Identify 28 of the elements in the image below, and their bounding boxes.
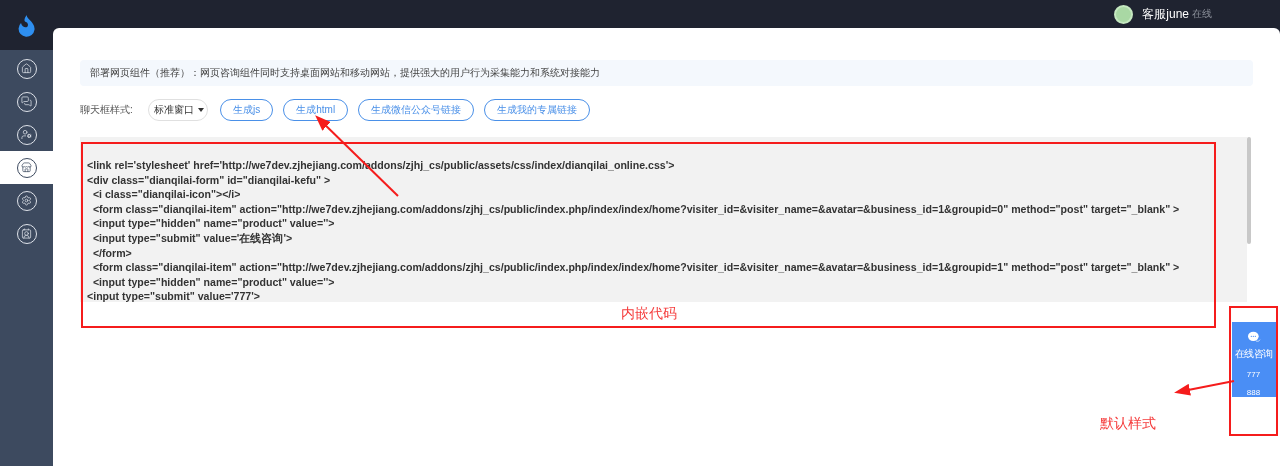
code-line: <form class="dianqilai-item" action="http://we7dev.zjhejiang.com/addons/zjhj_cs/public/index.php/index/index/home?visiter_id=&visiter_name=&avatar=&business_id=1&groupid=1" method="post" target="_blank" > xyxy=(91,260,1180,275)
annotation-label: 默认样式 xyxy=(1100,415,1156,433)
avatar xyxy=(1114,4,1134,24)
caret-icon xyxy=(198,108,204,112)
code-line: <input type="hidden" name="product" value=''> xyxy=(91,216,335,231)
code-line: <input type="submit" value='777'> xyxy=(87,289,260,304)
code-line: <div class="dianqilai-form" id="dianqilai-kefu" > xyxy=(87,172,331,188)
sidebar-item[interactable] xyxy=(0,151,53,184)
user-status: 在线 xyxy=(1192,7,1212,21)
generate-button[interactable]: 生成我的专属链接 xyxy=(484,99,591,121)
widget-item[interactable]: 888 xyxy=(1246,388,1261,397)
scrollbar[interactable] xyxy=(1247,137,1252,302)
style-label: 聊天框样式: xyxy=(80,103,134,117)
code-line: <i class="dianqilai-icon"></i> xyxy=(91,187,241,202)
chat-widget[interactable]: 在线咨询 777 888 xyxy=(1231,322,1276,397)
user-name: 客服june xyxy=(1142,5,1189,23)
generate-button[interactable]: 生成微信公众号链接 xyxy=(358,99,475,121)
code-line: <input type="hidden" name="product" value=''> xyxy=(91,274,335,290)
code-line: <input type="submit" value='在线咨询'> xyxy=(91,230,293,246)
code-line: <form class="dianqilai-item" action="http://we7dev.zjhejiang.com/addons/zjhj_cs/public/index.php/index/index/home?visiter_id=&visiter_name=&avatar=&business_id=1&groupid=0" method="post" target="_blank" > xyxy=(91,201,1180,217)
widget-item[interactable]: 777 xyxy=(1246,370,1261,379)
logo-icon xyxy=(16,13,37,37)
info-banner: 部署网页组件（推荐）：网页咨询组件同时支持桌面网站和移动网站，提供强大的用户行为采集能力和系统对接能力 xyxy=(80,60,1253,86)
annotation-label: 内嵌代码 xyxy=(620,305,677,323)
code-line: </form> xyxy=(91,245,132,261)
generate-button[interactable]: 生成js xyxy=(220,99,274,121)
generate-button[interactable]: 生成html xyxy=(283,99,349,121)
widget-title: 在线咨询 xyxy=(1234,347,1273,361)
